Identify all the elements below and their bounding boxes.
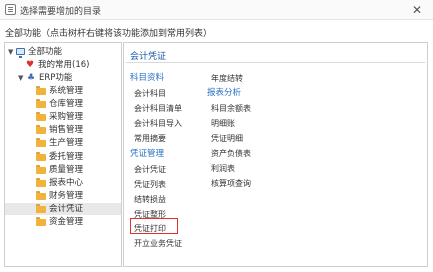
tree-node-module[interactable]: 财务管理 [5,190,121,202]
group-heading: 科目资料 [130,73,165,83]
function-item[interactable]: 年度结转 [211,73,243,84]
tree-node-erp[interactable]: ▼ ♣ ERP功能 [5,72,121,84]
network-icon: ♣ [27,73,36,83]
close-button[interactable]: ✕ [410,3,424,17]
folder-icon [36,190,46,200]
function-tree[interactable]: ▼ 全部功能 ♥ 我的常用(16) ▼ ♣ ERP功能 系统管理仓库管理采购管理… [4,42,122,267]
tree-label: 质量管理 [49,164,84,175]
folder-icon [36,112,46,122]
tree-label: 委托管理 [49,151,84,162]
highlight-box [130,218,178,234]
tree-node-module[interactable]: 质量管理 [5,164,121,176]
window-title: 选择需要增加的目录 [20,7,102,17]
folder-icon [36,138,46,148]
collapse-arrow-icon[interactable]: ▼ [18,72,23,84]
function-item[interactable]: 常用摘要 [134,133,166,144]
tree-label: 销售管理 [49,125,84,136]
tree-node-module[interactable]: 生产管理 [5,137,121,149]
function-item[interactable]: 明细账 [211,118,235,129]
group-heading: 凭证管理 [130,149,165,159]
tree-label: 系统管理 [49,86,84,96]
function-item[interactable]: 会计科目清单 [134,103,182,114]
panel-title: 会计凭证 [130,52,167,62]
computer-icon [16,48,25,58]
function-item[interactable]: 会计凭证 [134,164,166,175]
function-item[interactable]: 开立业务凭证 [134,238,182,249]
window-icon [5,4,16,15]
tree-label: 我的常用(16) [38,60,90,70]
function-item[interactable]: 科目余额表 [211,103,251,114]
folder-icon [36,203,46,213]
collapse-arrow-icon[interactable]: ▼ [8,46,13,58]
tree-node-module[interactable]: 委托管理 [5,151,121,163]
tree-node-module[interactable]: 资金管理 [5,216,121,228]
group-heading: 报表分析 [207,88,242,98]
tree-label: 全部功能 [28,47,63,57]
tree-node-module[interactable]: 采购管理 [5,111,121,123]
folder-icon [36,164,46,174]
title-bar: 选择需要增加的目录 ✕ [0,0,433,20]
divider [126,62,425,63]
function-panel: 会计凭证 科目资料 会计科目 会计科目清单 会计科目导入 常用摘要 凭证管理 会计凭证 凭证列… [123,42,428,267]
tree-label: 仓库管理 [49,99,84,110]
tree-label: ERP功能 [39,73,73,83]
folder-icon [36,151,46,161]
tree-label: 采购管理 [49,112,84,123]
function-item[interactable]: 会计科目导入 [134,118,182,129]
tree-node-favorites[interactable]: ♥ 我的常用(16) [5,59,121,71]
function-item[interactable]: 资产负债表 [211,148,251,159]
function-item[interactable]: 会计科目 [134,88,166,99]
function-item[interactable]: 凭证明细 [211,133,243,144]
function-item[interactable]: 利润表 [211,163,235,174]
tree-node-module[interactable]: 系统管理 [5,85,121,97]
heart-icon: ♥ [26,60,35,70]
folder-icon [36,217,46,226]
tree-node-module[interactable]: 仓库管理 [5,98,121,110]
folder-icon [36,99,46,109]
tree-label: 财务管理 [49,190,84,201]
tree-label: 会计凭证 [49,203,84,214]
folder-icon [36,86,46,95]
tree-label: 生产管理 [49,138,84,149]
hint-text: 全部功能（点击树杆右键将该功能添加到常用列表） [5,29,213,39]
folder-icon [36,125,46,135]
function-item[interactable]: 凭证列表 [134,179,166,190]
tree-node-module[interactable]: 会计凭证 [5,202,121,215]
tree-label: 报表中心 [49,177,84,188]
tree-node-module[interactable]: 报表中心 [5,177,121,189]
tree-label: 资金管理 [49,217,84,227]
tree-node-root[interactable]: ▼ 全部功能 [5,46,121,58]
function-item[interactable]: 核算项查询 [211,178,251,189]
tree-node-module[interactable]: 销售管理 [5,124,121,136]
function-item[interactable]: 结转损益 [134,194,166,205]
folder-icon [36,177,46,187]
